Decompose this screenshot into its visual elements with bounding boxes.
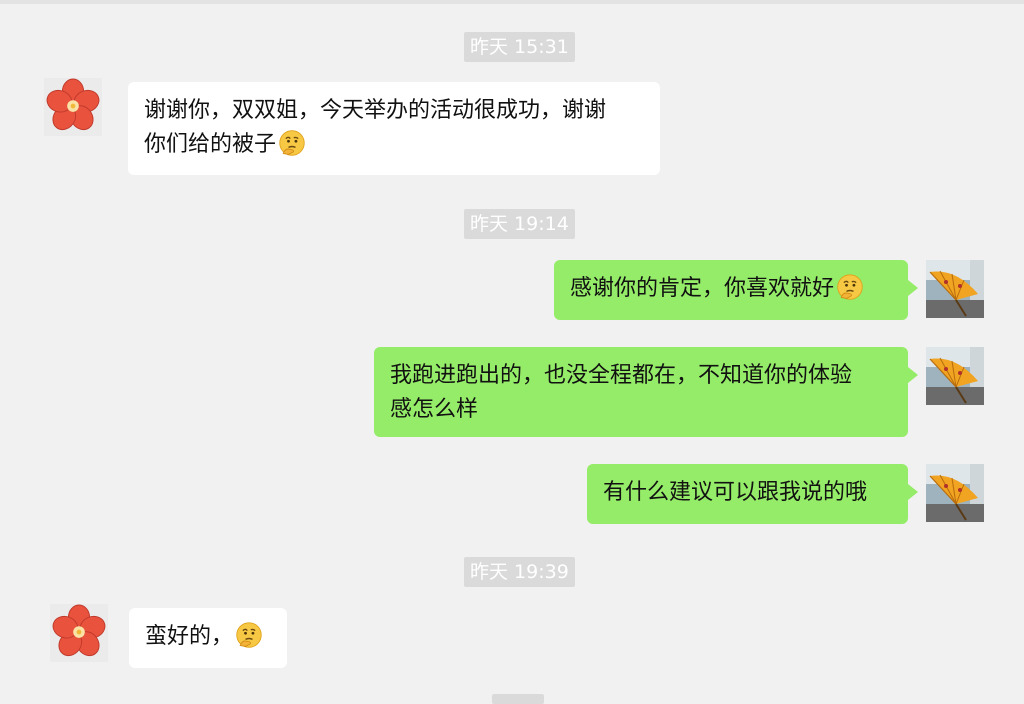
message-bubble-incoming[interactable]: 蛮好的， (129, 608, 287, 668)
message-line: 你们给的被子 (144, 128, 644, 162)
window-top-border (0, 0, 1024, 4)
contact-avatar[interactable] (50, 604, 108, 662)
message-bubble-outgoing[interactable]: 我跑进跑出的，也没全程都在，不知道你的体验 感怎么样 (374, 347, 918, 437)
message-line: 蛮好的， (145, 620, 271, 654)
message-line: 感谢你的肯定，你喜欢就好 (570, 272, 892, 306)
parasol-avatar-icon (926, 464, 984, 522)
message-line: 有什么建议可以跟我说的哦 (603, 480, 868, 505)
message-line: 谢谢你，双双姐，今天举办的活动很成功，谢谢 (144, 98, 607, 123)
timestamp: 昨天 19:39 (464, 557, 575, 587)
thinking-face-emoji-icon (278, 129, 306, 157)
my-avatar[interactable] (926, 347, 984, 405)
next-timestamp-partial (492, 694, 544, 704)
my-avatar[interactable] (926, 260, 984, 318)
message-line: 我跑进跑出的，也没全程都在，不知道你的体验 (390, 363, 853, 388)
parasol-avatar-icon (926, 260, 984, 318)
my-avatar[interactable] (926, 464, 984, 522)
red-flower-avatar-icon (44, 78, 102, 136)
contact-avatar[interactable] (44, 78, 102, 136)
timestamp: 昨天 19:14 (464, 209, 575, 239)
timestamp: 昨天 15:31 (464, 32, 575, 62)
parasol-avatar-icon (926, 347, 984, 405)
red-flower-avatar-icon (50, 604, 108, 662)
message-bubble-incoming[interactable]: 谢谢你，双双姐，今天举办的活动很成功，谢谢 你们给的被子 (128, 82, 660, 175)
thinking-face-emoji-icon (836, 273, 864, 301)
thinking-face-emoji-icon (235, 621, 263, 649)
message-bubble-outgoing[interactable]: 有什么建议可以跟我说的哦 (587, 464, 918, 524)
message-line: 感怎么样 (390, 397, 479, 422)
message-bubble-outgoing[interactable]: 感谢你的肯定，你喜欢就好 (554, 260, 918, 320)
